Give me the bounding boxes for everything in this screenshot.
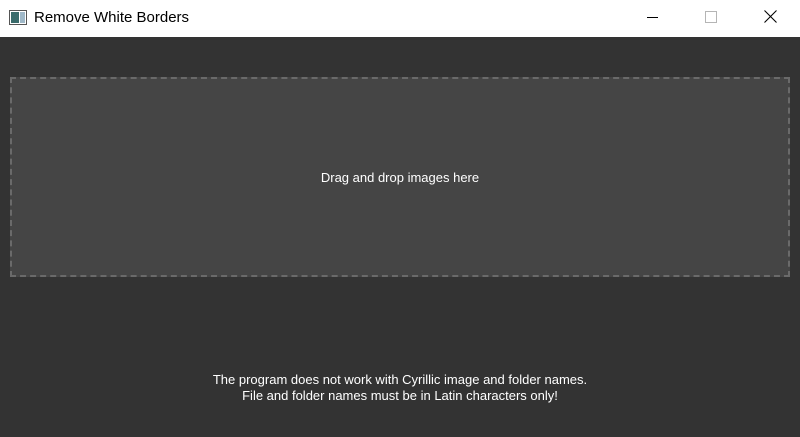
minimize-icon xyxy=(647,10,659,28)
main-content: Drag and drop images here The program do… xyxy=(0,37,800,437)
maximize-icon xyxy=(705,10,717,28)
maximize-button[interactable] xyxy=(688,0,734,37)
app-window: Remove White Borders Drag and drop image… xyxy=(0,0,800,437)
close-icon xyxy=(763,9,777,28)
window-title: Remove White Borders xyxy=(34,9,190,26)
notice-line-2: File and folder names must be in Latin c… xyxy=(242,388,558,403)
title-bar[interactable]: Remove White Borders xyxy=(0,0,800,37)
latin-names-notice: The program does not work with Cyrillic … xyxy=(0,372,800,404)
drop-zone-label: Drag and drop images here xyxy=(320,169,480,185)
minimize-button[interactable] xyxy=(630,0,676,37)
close-button[interactable] xyxy=(747,0,793,37)
app-window-icon xyxy=(9,10,27,25)
notice-line-1: The program does not work with Cyrillic … xyxy=(212,372,588,387)
image-drop-zone[interactable]: Drag and drop images here xyxy=(10,77,790,277)
